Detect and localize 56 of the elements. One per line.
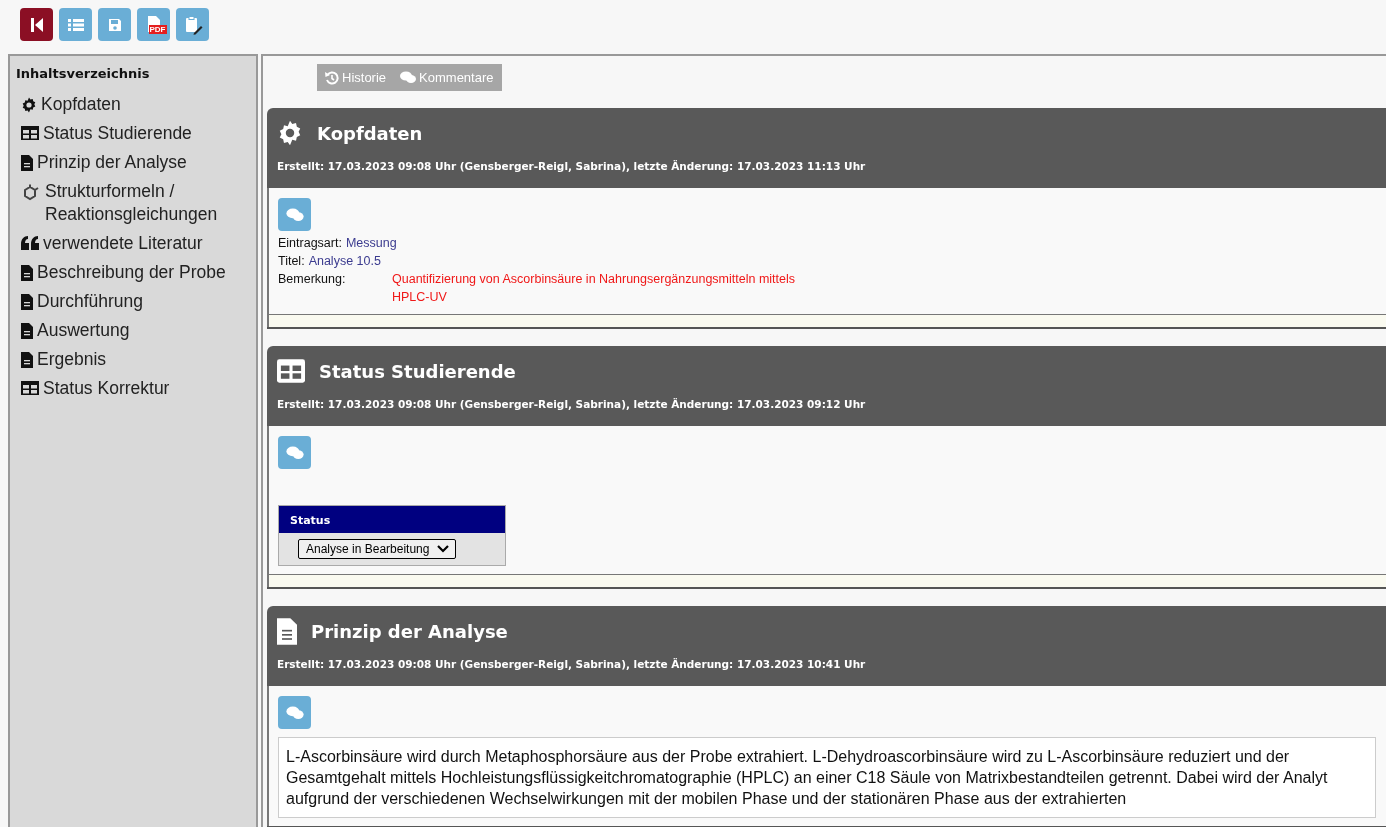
sidebar-item[interactable]: Status Korrektur [16, 375, 250, 404]
section-meta-text: Erstellt: 17.03.2023 09:08 Uhr (Gensberger-Reigl, Sabrina), letzte Änderung: 17.03.2023 09:12 Uhr [277, 398, 867, 410]
clipboard-edit-button[interactable] [176, 8, 209, 41]
status-dropdown[interactable]: Analyse in Bearbeitung [298, 539, 457, 559]
paragraph-text: L-Ascorbinsäure wird durch Metaphosphorsäure aus der Probe extrahiert. L-Dehydroascorbinsäure wird zu L-Ascorbinsäure reduziert und der Gesamtgehalt mittels Hochleistungsflüssigkeitchromatographie (HPLC) an einer C18 Säule von Matrixbestandteilen getrennt. Dabei wird der Analyt aufgrund der verschiedenen Wechselwirkungen mit der mobilen Phase und der stationären Phase aus der extrahierten [286, 747, 1329, 809]
section-meta-text: Erstellt: 17.03.2023 09:08 Uhr (Gensberger-Reigl, Sabrina), letzte Änderung: 17.03.2023 11:13 Uhr [277, 160, 867, 172]
history-icon [325, 70, 339, 85]
quote-icon [21, 236, 39, 250]
sidebar-item[interactable]: Beschreibung der Probe [16, 259, 250, 288]
field-label: Bemerkung: [278, 271, 347, 288]
sidebar-item[interactable]: Strukturformeln / Reaktionsgleichungen [16, 178, 250, 230]
document-icon [21, 155, 33, 171]
sidebar-item[interactable]: Kopfdaten [16, 91, 250, 120]
document-icon [277, 617, 297, 645]
list-button[interactable] [59, 8, 92, 41]
section-title: Kopfdaten [317, 122, 423, 144]
speech-bubbles-icon [400, 71, 417, 84]
comment-button[interactable] [278, 198, 311, 231]
table-header: Status [279, 506, 505, 533]
section-meta-text: Erstellt: 17.03.2023 09:08 Uhr (Gensberger-Reigl, Sabrina), letzte Änderung: 17.03.2023 10:41 Uhr [277, 658, 867, 670]
speech-bubbles-icon [285, 445, 304, 460]
field-value: Quantifizierung von Ascorbinsäure in Nahrungsergänzungsmitteln mittels HPLC-UV [392, 271, 796, 306]
field-label: Eintragsart: [278, 235, 342, 252]
document-icon [21, 265, 33, 281]
field-value: Analyse 10.5 [308, 253, 381, 270]
gear-icon [21, 97, 37, 113]
list-icon [67, 17, 84, 32]
sidebar-item[interactable]: Durchführung [16, 288, 250, 317]
sidebar-item[interactable]: Prinzip der Analyse [16, 149, 250, 178]
table-icon [21, 126, 39, 140]
sidebar-item[interactable]: Auswertung [16, 317, 250, 346]
document-icon [21, 294, 33, 310]
section-title: Status Studierende [319, 360, 516, 382]
save-button[interactable] [98, 8, 131, 41]
pdf-badge: PDF [148, 24, 167, 34]
sidebar-title: Inhaltsverzeichnis [16, 66, 151, 81]
comment-button[interactable] [278, 436, 311, 469]
back-button[interactable] [20, 8, 53, 41]
table-icon [21, 381, 39, 395]
section-title: Prinzip der Analyse [311, 620, 508, 642]
field-value: Messung [345, 235, 397, 252]
sidebar-item[interactable]: verwendete Literatur [16, 230, 250, 259]
molecule-icon [21, 184, 39, 202]
chevron-down-icon [437, 545, 450, 553]
pdf-button[interactable]: PDF [137, 8, 170, 41]
sidebar-item[interactable]: Ergebnis [16, 346, 250, 375]
speech-bubbles-icon [285, 705, 304, 720]
document-icon [21, 323, 33, 339]
speech-bubbles-icon [285, 207, 304, 222]
field-label: Titel: [278, 253, 305, 270]
skip-back-icon [29, 16, 44, 33]
comment-button[interactable] [278, 696, 311, 729]
document-icon [21, 352, 33, 368]
sidebar-item[interactable]: Status Studierende [16, 120, 250, 149]
gear-icon [277, 120, 303, 146]
table-icon [277, 359, 305, 383]
